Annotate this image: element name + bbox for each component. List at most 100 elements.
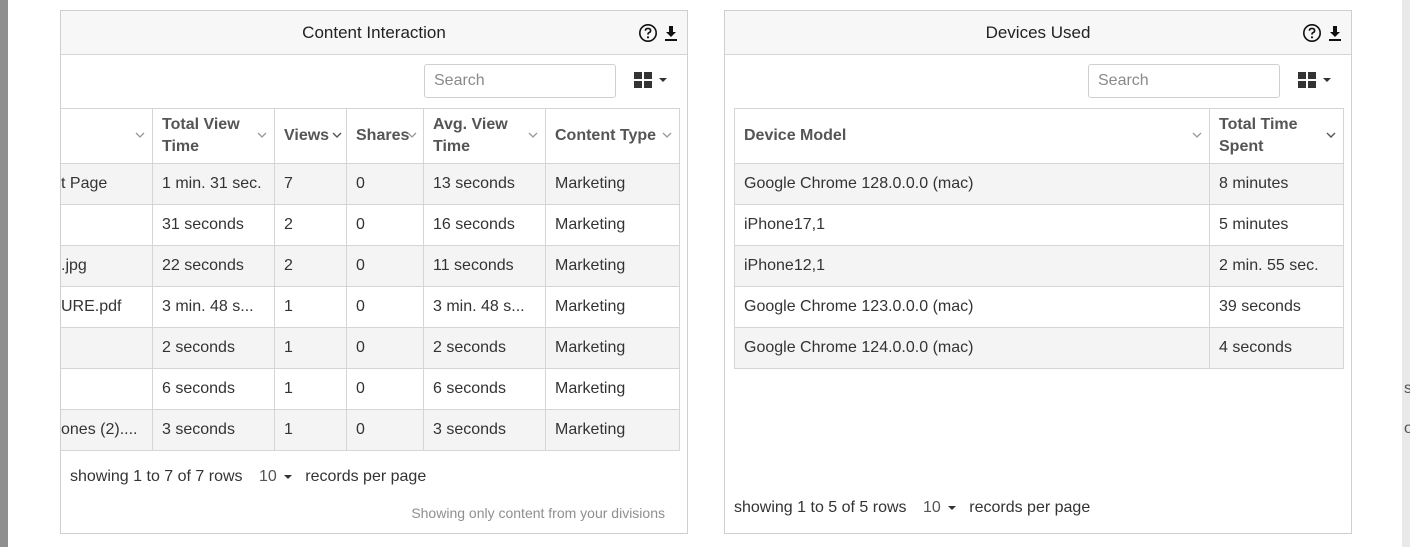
cell-content: .jpg — [61, 245, 153, 287]
search-input[interactable] — [1088, 64, 1280, 98]
cell-total-view-time: 3 min. 48 s... — [152, 286, 275, 328]
column-header-views[interactable]: Views — [274, 108, 347, 164]
panel-title: Content Interaction — [302, 23, 446, 42]
cell-content-type: Marketing — [545, 204, 680, 246]
table-row[interactable]: t Page 1 min. 31 sec. 7 0 13 seconds Mar… — [61, 163, 680, 205]
cell-shares: 0 — [346, 368, 424, 410]
cell-device-model: iPhone12,1 — [734, 245, 1210, 287]
table-row[interactable]: Google Chrome 124.0.0.0 (mac) 4 seconds — [734, 327, 1344, 369]
download-icon[interactable] — [661, 23, 681, 43]
cell-views: 1 — [274, 327, 347, 369]
chevron-down-icon — [1326, 132, 1336, 138]
chevron-down-icon — [135, 132, 145, 138]
chevron-down-icon — [332, 132, 342, 138]
column-header-content-type[interactable]: Content Type — [545, 108, 680, 164]
column-header-device-model[interactable]: Device Model — [734, 108, 1210, 164]
page-size-dropdown[interactable]: 10 — [259, 468, 293, 486]
cell-content: t Page — [61, 163, 153, 205]
table-row[interactable]: iPhone12,1 2 min. 55 sec. — [734, 245, 1344, 287]
cell-avg-view-time: 6 seconds — [423, 368, 546, 410]
right-edge: s o — [1402, 0, 1410, 547]
header-row: Total View Time Views Shares Avg. View T… — [61, 108, 680, 164]
chevron-down-icon — [662, 132, 672, 138]
help-icon[interactable] — [1302, 23, 1322, 43]
chevron-down-icon — [528, 132, 538, 138]
cell-total-view-time: 1 min. 31 sec. — [152, 163, 275, 205]
cell-device-model: iPhone17,1 — [734, 204, 1210, 246]
column-header-content[interactable] — [61, 108, 153, 164]
table-row[interactable]: 31 seconds 2 0 16 seconds Marketing — [61, 204, 680, 246]
cell-content — [61, 327, 153, 369]
cell-content-type: Marketing — [545, 286, 680, 328]
download-icon[interactable] — [1325, 23, 1345, 43]
cell-shares: 0 — [346, 204, 424, 246]
cell-views: 1 — [274, 286, 347, 328]
header-row: Device Model Total Time Spent — [734, 108, 1344, 164]
cell-views: 2 — [274, 204, 347, 246]
cell-shares: 0 — [346, 409, 424, 451]
column-header-shares[interactable]: Shares — [346, 108, 424, 164]
table-row[interactable]: URE.pdf 3 min. 48 s... 1 0 3 min. 48 s..… — [61, 286, 680, 328]
cell-total-view-time: 31 seconds — [152, 204, 275, 246]
cell-content-type: Marketing — [545, 368, 680, 410]
cell-views: 2 — [274, 245, 347, 287]
table-row[interactable]: Google Chrome 128.0.0.0 (mac) 8 minutes — [734, 163, 1344, 205]
panel-title: Devices Used — [985, 23, 1091, 42]
cell-shares: 0 — [346, 327, 424, 369]
per-page-label: records per page — [969, 499, 1091, 516]
cell-content: URE.pdf — [61, 286, 153, 328]
cell-avg-view-time: 2 seconds — [423, 327, 546, 369]
cell-content: ones (2).... — [61, 409, 153, 451]
pagination-text: showing 1 to 7 of 7 rows — [70, 468, 243, 485]
table-row[interactable]: iPhone17,1 5 minutes — [734, 204, 1344, 246]
table-row[interactable]: ones (2).... 3 seconds 1 0 3 seconds Mar… — [61, 409, 680, 451]
cell-total-view-time: 2 seconds — [152, 327, 275, 369]
clipped-glyph: s — [1404, 380, 1410, 397]
cell-total-time-spent: 4 seconds — [1209, 327, 1344, 369]
cell-views: 7 — [274, 163, 347, 205]
column-header-total-view-time[interactable]: Total View Time — [152, 108, 275, 164]
content-interaction-panel: Content Interaction Total View Time View… — [60, 10, 688, 534]
cell-views: 1 — [274, 409, 347, 451]
columns-toggle-icon[interactable] — [1297, 69, 1337, 93]
clipped-glyph: o — [1404, 420, 1410, 437]
help-icon[interactable] — [638, 23, 658, 43]
cell-total-time-spent: 2 min. 55 sec. — [1209, 245, 1344, 287]
page-size-dropdown[interactable]: 10 — [923, 499, 957, 517]
pagination: showing 1 to 7 of 7 rows 10 records per … — [70, 468, 426, 486]
per-page-label: records per page — [305, 468, 427, 485]
divisions-note: Showing only content from your divisions — [411, 505, 665, 521]
cell-device-model: Google Chrome 128.0.0.0 (mac) — [734, 163, 1210, 205]
cell-content-type: Marketing — [545, 327, 680, 369]
table-row[interactable]: 2 seconds 1 0 2 seconds Marketing — [61, 327, 680, 369]
cell-shares: 0 — [346, 163, 424, 205]
panel-header: Content Interaction — [61, 11, 687, 55]
cell-device-model: Google Chrome 124.0.0.0 (mac) — [734, 327, 1210, 369]
cell-total-view-time: 3 seconds — [152, 409, 275, 451]
cell-content — [61, 204, 153, 246]
pagination-text: showing 1 to 5 of 5 rows — [734, 499, 907, 516]
pagination: showing 1 to 5 of 5 rows 10 records per … — [734, 499, 1090, 517]
cell-content-type: Marketing — [545, 245, 680, 287]
cell-avg-view-time: 3 min. 48 s... — [423, 286, 546, 328]
caret-down-icon — [283, 474, 292, 479]
cell-views: 1 — [274, 368, 347, 410]
content-table: Total View Time Views Shares Avg. View T… — [61, 108, 680, 451]
devices-used-panel: Devices Used Device Model Total Time Spe… — [724, 10, 1352, 534]
cell-avg-view-time: 13 seconds — [423, 163, 546, 205]
cell-content-type: Marketing — [545, 163, 680, 205]
search-input[interactable] — [424, 64, 616, 98]
chevron-down-icon — [407, 132, 417, 138]
devices-table: Device Model Total Time Spent Google Chr… — [734, 108, 1344, 369]
column-header-total-time-spent[interactable]: Total Time Spent — [1209, 108, 1344, 164]
cell-total-view-time: 22 seconds — [152, 245, 275, 287]
table-row[interactable]: Google Chrome 123.0.0.0 (mac) 39 seconds — [734, 286, 1344, 328]
cell-total-view-time: 6 seconds — [152, 368, 275, 410]
cell-avg-view-time: 11 seconds — [423, 245, 546, 287]
columns-toggle-icon[interactable] — [633, 69, 673, 93]
column-header-avg-view-time[interactable]: Avg. View Time — [423, 108, 546, 164]
left-edge — [0, 0, 8, 547]
cell-content — [61, 368, 153, 410]
table-row[interactable]: .jpg 22 seconds 2 0 11 seconds Marketing — [61, 245, 680, 287]
table-row[interactable]: 6 seconds 1 0 6 seconds Marketing — [61, 368, 680, 410]
